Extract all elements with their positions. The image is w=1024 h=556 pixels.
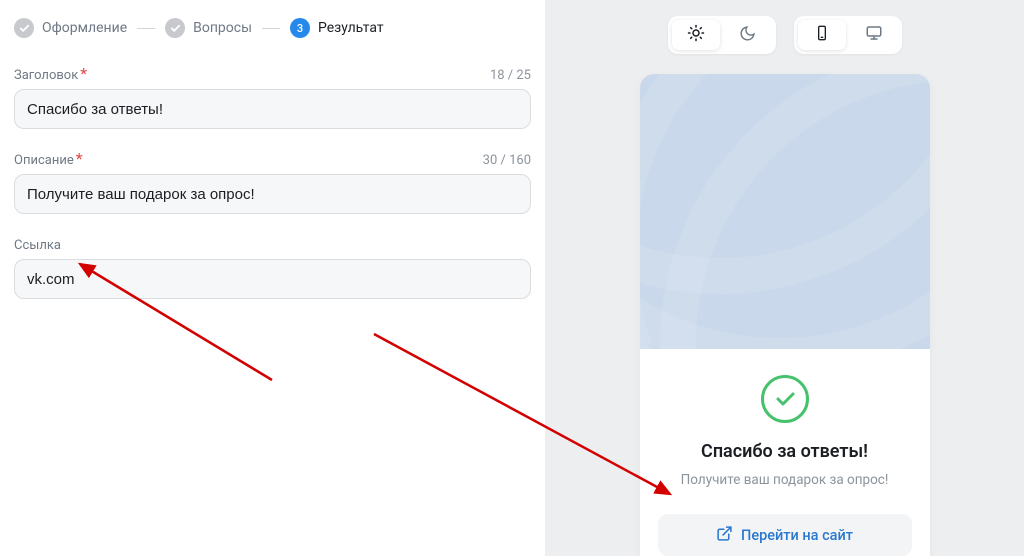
required-asterisk: * [80, 64, 87, 83]
smartphone-icon [814, 25, 830, 45]
field-label: Описание [14, 153, 74, 168]
char-counter: 30 / 160 [483, 153, 531, 168]
sun-icon [687, 24, 705, 46]
char-counter: 18 / 25 [490, 68, 531, 83]
step-separator [262, 28, 280, 29]
preview-device: Спасибо за ответы! Получите ваш подарок … [640, 74, 930, 556]
field-label: Заголовок [14, 68, 78, 83]
device-desktop-button[interactable] [850, 20, 898, 50]
theme-toggle-group [668, 16, 776, 54]
preview-panel: Спасибо за ответы! Получите ваш подарок … [545, 0, 1024, 556]
editor-panel: Оформление Вопросы 3 Результат Заголовок… [0, 0, 545, 556]
field-label: Ссылка [14, 238, 61, 253]
stepper: Оформление Вопросы 3 Результат [14, 18, 531, 38]
step-label: Оформление [42, 20, 127, 36]
goto-site-button-label: Перейти на сайт [741, 527, 853, 544]
preview-title: Спасибо за ответы! [701, 441, 868, 462]
step-number-badge: 3 [290, 18, 310, 38]
monitor-icon [865, 24, 883, 46]
step-separator [137, 28, 155, 29]
goto-site-button[interactable]: Перейти на сайт [658, 514, 912, 556]
step-design[interactable]: Оформление [14, 18, 127, 38]
preview-description: Получите ваш подарок за опрос! [681, 472, 889, 488]
step-label: Вопросы [193, 20, 252, 36]
link-input[interactable] [14, 259, 531, 299]
field-group-description: Описание* 30 / 160 [14, 149, 531, 214]
preview-toolbar [668, 16, 902, 54]
required-asterisk: * [76, 149, 83, 168]
step-questions[interactable]: Вопросы [165, 18, 252, 38]
preview-hero-image [640, 74, 930, 349]
title-input[interactable] [14, 89, 531, 129]
device-toggle-group [794, 16, 902, 54]
check-icon [14, 18, 34, 38]
description-input[interactable] [14, 174, 531, 214]
device-mobile-button[interactable] [798, 20, 846, 50]
field-group-title: Заголовок* 18 / 25 [14, 64, 531, 129]
external-link-icon [716, 525, 733, 546]
field-group-link: Ссылка [14, 234, 531, 299]
success-check-icon [761, 375, 809, 423]
check-icon [165, 18, 185, 38]
theme-dark-button[interactable] [724, 20, 772, 50]
step-result[interactable]: 3 Результат [290, 18, 384, 38]
step-label: Результат [318, 20, 384, 36]
theme-light-button[interactable] [672, 20, 720, 50]
moon-icon [739, 25, 756, 46]
